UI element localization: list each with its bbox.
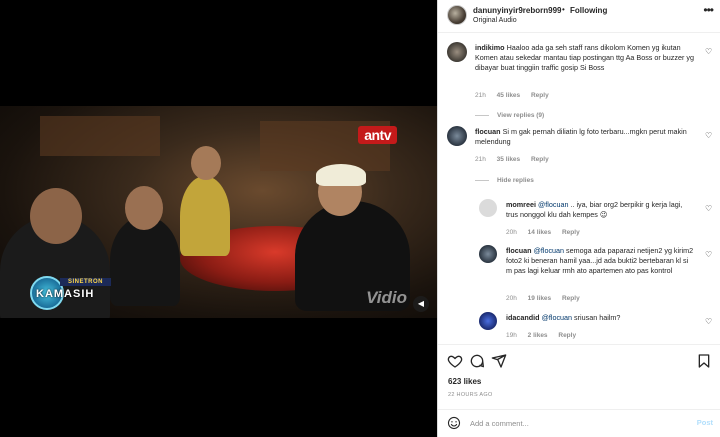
comment-likes[interactable]: 14 likes (528, 229, 552, 236)
comment-mention[interactable]: @flocuan (534, 246, 564, 255)
commenter-avatar[interactable] (479, 312, 497, 330)
comment-mention[interactable]: @flocuan (538, 200, 568, 209)
comment-likes[interactable]: 19 likes (528, 295, 552, 302)
share-icon[interactable] (491, 353, 507, 369)
hide-replies-button[interactable]: Hide replies (475, 177, 534, 184)
emoji-icon[interactable] (447, 416, 461, 430)
commenter-avatar[interactable] (447, 126, 467, 146)
post-media[interactable]: antv Vidio SINETRON KAMASIH ◀ (0, 0, 437, 437)
commenter-avatar[interactable] (479, 245, 497, 263)
person-left-head (30, 188, 82, 244)
comment-text: sriusan hailm? (574, 313, 621, 322)
person-right-hair (316, 164, 366, 186)
comment-username[interactable]: momreei (506, 200, 536, 209)
post-actions (438, 344, 720, 374)
volume-icon[interactable]: ◀ (413, 296, 429, 312)
comment-time: 21h (475, 156, 486, 163)
comment-username[interactable]: flocuan (475, 127, 501, 136)
reply-button[interactable]: Reply (531, 156, 549, 163)
reply-button[interactable]: Reply (558, 332, 576, 339)
comment-like-icon[interactable]: ♡ (705, 48, 713, 56)
comment-likes[interactable]: 2 likes (528, 332, 548, 339)
commenter-avatar[interactable] (479, 199, 497, 217)
view-replies-button[interactable]: View replies (9) (475, 112, 544, 119)
comment-time: 21h (475, 92, 486, 99)
more-horizontal-icon[interactable]: ••• (703, 3, 714, 17)
comment-username[interactable]: flocuan (506, 246, 532, 255)
heart-icon[interactable] (447, 353, 463, 369)
bookmark-icon[interactable] (696, 353, 712, 369)
sinetron-label: SINETRON (60, 278, 112, 286)
comment-username[interactable]: idacandid (506, 313, 540, 322)
person-standing-head (191, 146, 221, 180)
video-player[interactable]: antv Vidio SINETRON KAMASIH ◀ (0, 106, 437, 318)
comment-likes[interactable]: 35 likes (497, 156, 521, 163)
comment-time: 19h (506, 332, 517, 339)
comment-input[interactable] (470, 416, 670, 430)
comment-like-icon[interactable]: ♡ (705, 251, 713, 259)
post-comment-button[interactable]: Post (697, 418, 713, 427)
comment-icon[interactable] (469, 353, 485, 369)
comment-text: Haaloo ada ga seh staff rans dikolom Kom… (475, 43, 694, 72)
comments-panel: danunyinyir9reborn999 • Following Origin… (437, 0, 720, 437)
reply-button[interactable]: Reply (531, 92, 549, 99)
person-mid-left-head (125, 186, 163, 230)
comments-list[interactable]: indikimo Haaloo ada ga seh staff rans di… (438, 34, 720, 344)
antv-logo: antv (358, 126, 397, 144)
original-audio-link[interactable]: Original Audio (473, 17, 517, 24)
comment-time: 20h (506, 229, 517, 236)
vidio-watermark: Vidio (366, 288, 407, 307)
person-standing (180, 176, 230, 256)
following-button[interactable]: Following (570, 6, 607, 15)
background-shelf (40, 116, 160, 156)
comment-mention[interactable]: @flocuan (542, 313, 572, 322)
comment-like-icon[interactable]: ♡ (705, 132, 713, 140)
add-comment-bar: Post (438, 409, 720, 437)
post-header: danunyinyir9reborn999 • Following Origin… (438, 0, 720, 33)
author-avatar[interactable] (447, 5, 467, 25)
reply-button[interactable]: Reply (562, 229, 580, 236)
comment-like-icon[interactable]: ♡ (705, 318, 713, 326)
post-timestamp[interactable]: 22 HOURS AGO (448, 392, 493, 398)
comment-text: Si m gak pernah diliatin lg foto terbaru… (475, 127, 687, 146)
commenter-avatar[interactable] (447, 42, 467, 62)
comment-likes[interactable]: 45 likes (497, 92, 521, 99)
sinetron-badge: SINETRON KAMASIH (30, 272, 150, 312)
likes-count[interactable]: 623 likes (448, 377, 481, 386)
header-separator: • (562, 5, 565, 14)
comment-time: 20h (506, 295, 517, 302)
reply-button[interactable]: Reply (562, 295, 580, 302)
author-username[interactable]: danunyinyir9reborn999 (473, 6, 561, 15)
comment-like-icon[interactable]: ♡ (705, 205, 713, 213)
comment-username[interactable]: indikimo (475, 43, 505, 52)
sinetron-title: KAMASIH (36, 288, 95, 300)
